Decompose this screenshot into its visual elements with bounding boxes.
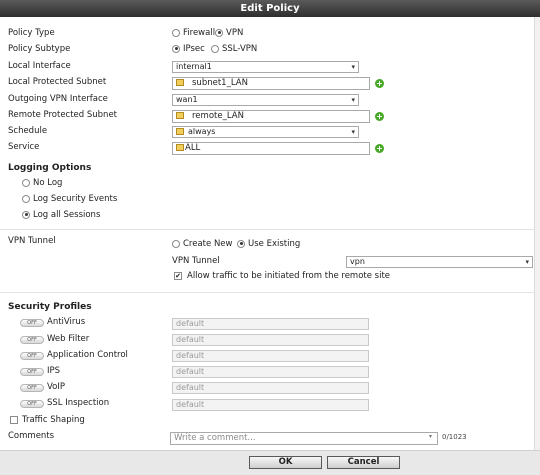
policy-type-firewall-radio[interactable]: Firewall [172, 28, 215, 38]
traffic-shaping-checkbox[interactable] [10, 416, 18, 424]
ips-profile-select[interactable]: default [172, 366, 369, 378]
log-option-no-log[interactable]: No Log [22, 178, 62, 188]
dialog-title: Edit Policy [0, 0, 540, 17]
cancel-button[interactable]: Cancel [327, 456, 400, 469]
voip-profile-select[interactable]: default [172, 382, 369, 394]
web-filter-toggle[interactable]: OFF [20, 336, 44, 344]
chevron-down-icon: ▾ [525, 258, 529, 266]
app-control-toggle[interactable]: OFF [20, 352, 44, 360]
comments-label: Comments [8, 431, 55, 441]
outgoing-interface-label: Outgoing VPN Interface [8, 94, 108, 104]
comments-resize-icon[interactable]: ▾ [429, 433, 432, 440]
voip-label: VoIP [47, 382, 65, 392]
vpn-use-existing-radio[interactable]: Use Existing [237, 239, 300, 249]
security-profiles-title: Security Profiles [8, 302, 92, 312]
log-option-all-sessions[interactable]: Log all Sessions [22, 210, 100, 220]
local-interface-select[interactable]: internal1 ▾ [172, 61, 359, 73]
traffic-shaping-label: Traffic Shaping [22, 415, 85, 425]
policy-subtype-label: Policy Subtype [8, 44, 71, 54]
web-filter-profile-select[interactable]: default [172, 334, 369, 346]
allow-remote-label: Allow traffic to be initiated from the r… [187, 271, 391, 281]
web-filter-label: Web Filter [47, 334, 90, 344]
service-field[interactable]: ALL [172, 142, 370, 155]
local-interface-label: Local Interface [8, 61, 71, 71]
voip-toggle[interactable]: OFF [20, 384, 44, 392]
ssl-inspection-label: SSL Inspection [47, 398, 110, 408]
chevron-down-icon: ▾ [351, 96, 355, 104]
schedule-icon [176, 128, 184, 135]
vpn-tunnel-label: VPN Tunnel [8, 236, 56, 246]
service-icon [176, 144, 184, 151]
add-remote-subnet-icon[interactable]: + [375, 112, 384, 121]
chevron-down-icon: ▾ [351, 128, 355, 136]
log-option-security-events[interactable]: Log Security Events [22, 194, 117, 204]
comments-counter: 0/1023 [442, 433, 467, 441]
add-local-subnet-icon[interactable]: + [375, 79, 384, 88]
local-subnet-label: Local Protected Subnet [8, 77, 107, 87]
schedule-label: Schedule [8, 126, 48, 136]
policy-type-vpn-radio[interactable]: VPN [215, 28, 243, 38]
service-label: Service [8, 142, 40, 152]
divider [0, 292, 534, 293]
add-service-icon[interactable]: + [375, 144, 384, 153]
antivirus-toggle[interactable]: OFF [20, 319, 44, 327]
remote-subnet-label: Remote Protected Subnet [8, 110, 118, 120]
ssl-inspection-toggle[interactable]: OFF [20, 400, 44, 408]
vpn-tunnel-select-label: VPN Tunnel [172, 256, 220, 266]
ok-button[interactable]: OK [249, 456, 322, 469]
address-object-icon [176, 79, 184, 86]
vpn-create-new-radio[interactable]: Create New [172, 239, 233, 249]
antivirus-label: AntiVirus [47, 317, 86, 327]
logging-options-title: Logging Options [8, 163, 92, 173]
address-object-icon [176, 112, 184, 119]
ips-toggle[interactable]: OFF [20, 368, 44, 376]
outgoing-interface-select[interactable]: wan1 ▾ [172, 94, 359, 106]
policy-type-label: Policy Type [8, 28, 55, 38]
allow-remote-checkbox[interactable]: ✔ [174, 272, 182, 280]
local-subnet-field[interactable]: subnet1_LAN [172, 77, 370, 90]
schedule-select[interactable]: always ▾ [172, 126, 359, 138]
policy-subtype-sslvpn-radio[interactable]: SSL-VPN [211, 44, 257, 54]
scrollbar[interactable] [534, 17, 540, 450]
divider [0, 229, 534, 230]
vpn-tunnel-select[interactable]: vpn ▾ [346, 256, 533, 268]
ssl-inspection-profile-select[interactable]: default [172, 399, 369, 411]
comments-input[interactable]: Write a comment... [170, 432, 438, 445]
ips-label: IPS [47, 366, 61, 376]
app-control-label: Application Control [47, 350, 128, 360]
chevron-down-icon: ▾ [351, 63, 355, 71]
antivirus-profile-select[interactable]: default [172, 318, 369, 330]
remote-subnet-field[interactable]: remote_LAN [172, 110, 370, 123]
app-control-profile-select[interactable]: default [172, 350, 369, 362]
policy-subtype-ipsec-radio[interactable]: IPsec [172, 44, 205, 54]
